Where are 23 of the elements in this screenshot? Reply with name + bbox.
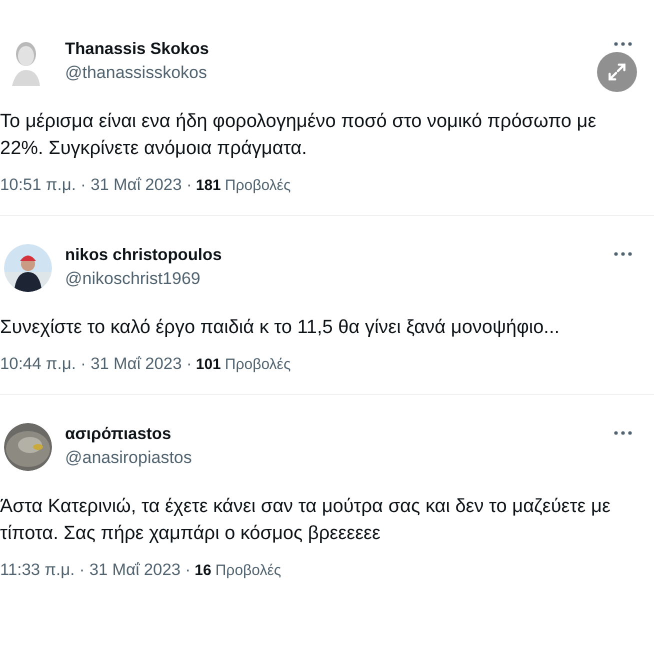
tweet-text: Άστα Κατερινιώ, τα έχετε κάνει σαν τα μούτρα σας και δεν το μαζεύετε με τίποτα. Σας πήρε χαμπάρι ο κόσμος βρεεεεεε <box>0 495 612 546</box>
author-handle[interactable]: @nikoschrist1969 <box>65 269 222 289</box>
more-icon[interactable] <box>614 252 632 256</box>
author-name[interactable]: ασιρόπιastos <box>65 425 192 444</box>
expand-icon <box>606 61 628 83</box>
more-icon[interactable] <box>614 431 632 435</box>
author-handle[interactable]: @thanassisskokos <box>65 63 209 83</box>
author-name[interactable]: nikos christopoulos <box>65 246 222 265</box>
timestamp[interactable]: 10:51 π.μ. · 31 Μαΐ 2023 · <box>0 176 192 195</box>
view-count: 181 <box>196 177 221 194</box>
views-label: Προβολές <box>224 177 291 194</box>
author-handle[interactable]: @anasiropiastos <box>65 448 192 468</box>
view-count: 101 <box>196 356 221 373</box>
author-name[interactable]: Thanassis Skokos <box>65 40 209 59</box>
tweet-text: Συνεχίστε το καλό έργο παιδιά κ το 11,5 θα γίνει ξανά μονοψήφιο... <box>0 316 561 340</box>
timestamp[interactable]: 10:44 π.μ. · 31 Μαΐ 2023 · <box>0 355 192 374</box>
timestamp[interactable]: 11:33 π.μ. · 31 Μαΐ 2023 · <box>0 561 191 580</box>
view-count: 16 <box>194 562 212 579</box>
expand-button[interactable] <box>597 52 637 92</box>
views-label: Προβολές <box>224 356 291 373</box>
tweet-text: Το μέρισμα είναι ενα ήδη φορολογημένο ποσό στο νομικό πρόσωπο με 22%. Συγκρίνετε ανόμοια πράγματα. <box>0 110 598 161</box>
views-label: Προβολές <box>215 562 282 579</box>
more-icon[interactable] <box>614 42 632 46</box>
